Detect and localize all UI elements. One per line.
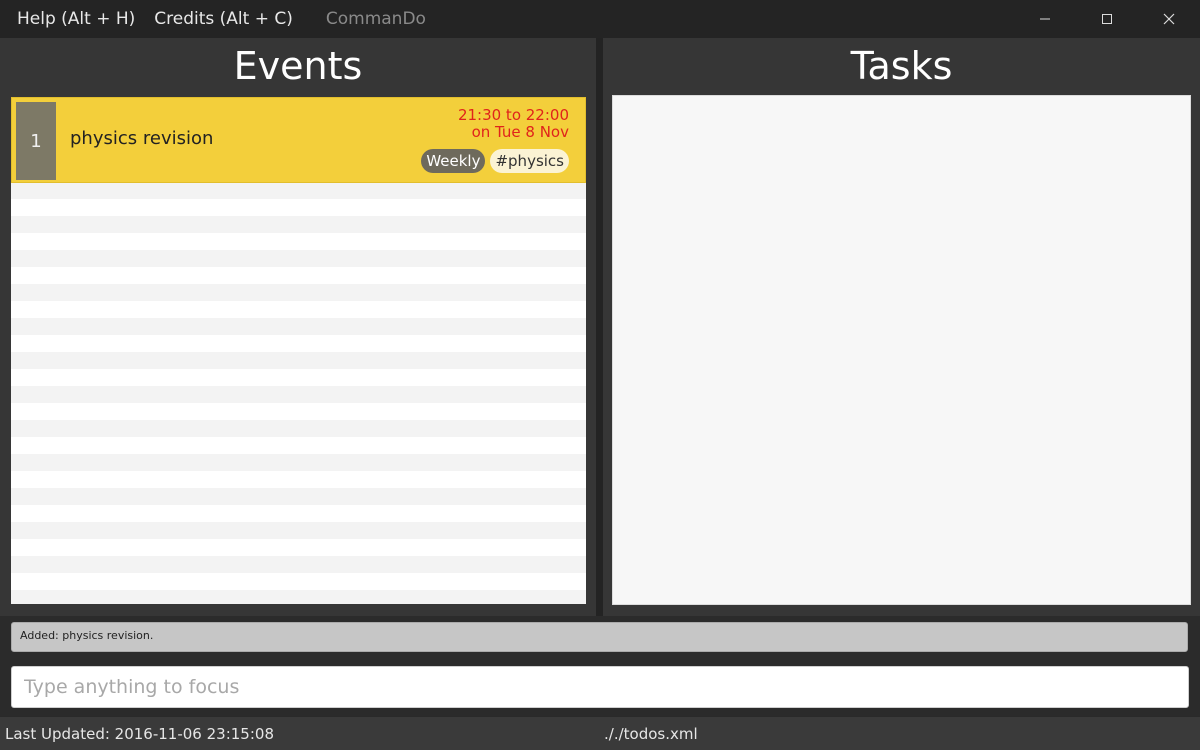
events-list[interactable]: 1 physics revision 21:30 to 22:00 on Tue… xyxy=(11,97,586,604)
minimize-icon xyxy=(1039,13,1051,25)
event-date: on Tue 8 Nov xyxy=(471,123,569,141)
app-window: Help (Alt + H) Credits (Alt + C) CommanD… xyxy=(0,0,1200,750)
menu-bar: Help (Alt + H) Credits (Alt + C) CommanD… xyxy=(0,0,1200,38)
event-card[interactable]: 1 physics revision 21:30 to 22:00 on Tue… xyxy=(11,97,586,183)
event-time-range: 21:30 to 22:00 xyxy=(457,106,569,124)
event-tags: Weekly #physics xyxy=(421,149,569,173)
app-title: CommanDo xyxy=(325,9,426,29)
close-button[interactable] xyxy=(1138,0,1200,38)
maximize-button[interactable] xyxy=(1076,0,1138,38)
result-message: Added: physics revision. xyxy=(20,629,154,642)
event-index: 1 xyxy=(16,102,56,180)
panel-splitter[interactable] xyxy=(596,38,603,616)
command-input[interactable] xyxy=(11,666,1189,708)
file-path-status: ././todos.xml xyxy=(604,725,698,743)
recurrence-badge: Weekly xyxy=(421,149,486,173)
close-icon xyxy=(1163,13,1175,25)
event-time: 21:30 to 22:00 on Tue 8 Nov xyxy=(458,107,569,141)
minimize-button[interactable] xyxy=(1014,0,1076,38)
help-menu[interactable]: Help (Alt + H) xyxy=(8,0,144,38)
tag-badge: #physics xyxy=(490,149,569,173)
tasks-panel: Tasks xyxy=(603,38,1200,616)
window-controls xyxy=(1014,0,1200,38)
events-title: Events xyxy=(233,44,363,88)
result-display: Added: physics revision. xyxy=(11,622,1188,652)
tasks-list[interactable] xyxy=(612,95,1191,605)
event-name: physics revision xyxy=(70,128,214,149)
last-updated-status: Last Updated: 2016-11-06 23:15:08 xyxy=(5,725,274,743)
status-bar: Last Updated: 2016-11-06 23:15:08 ././to… xyxy=(0,716,1200,750)
credits-menu[interactable]: Credits (Alt + C) xyxy=(145,0,302,38)
events-panel: Events 1 physics revision 21:30 to 22:00… xyxy=(0,38,596,616)
tasks-title: Tasks xyxy=(850,44,953,88)
maximize-icon xyxy=(1101,13,1113,25)
